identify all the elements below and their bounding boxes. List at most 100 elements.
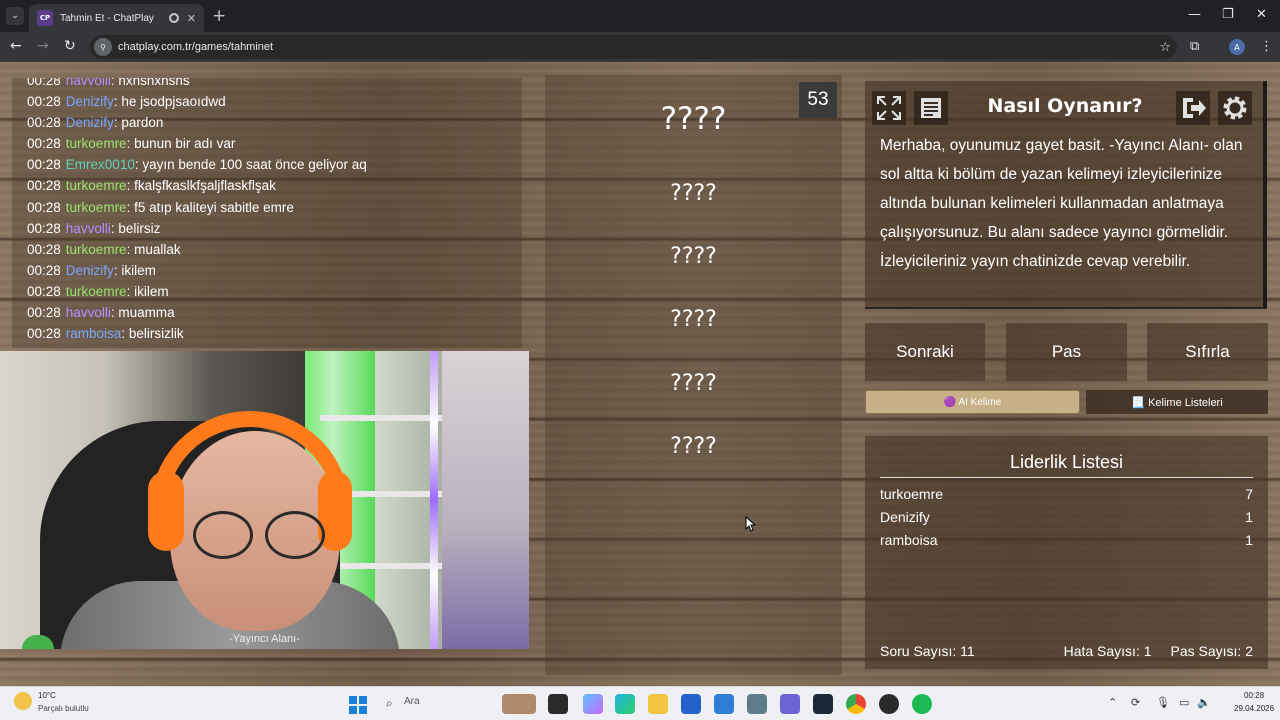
chat-username[interactable]: turkoemre: [66, 242, 127, 257]
chevron-up-icon[interactable]: ⌃: [1108, 696, 1117, 709]
chat-text: belirsizlik: [128, 326, 184, 342]
chat-panel: 00:28 havvolli: hxhshxhshs 00:28 Denizify: …: [12, 78, 522, 348]
clock-date[interactable]: 29.04.2026: [1234, 704, 1274, 713]
tab-tahmin-et[interactable]: CP Tahmin Et - ChatPlay ✕: [29, 4, 204, 32]
player-score: 1: [1245, 532, 1253, 548]
outlook-icon[interactable]: [714, 694, 734, 714]
task-view-icon[interactable]: [548, 694, 568, 714]
forbidden-word: ????: [670, 307, 717, 332]
search-icon[interactable]: ⌕: [386, 696, 393, 711]
chat-username[interactable]: havvolli: [66, 221, 111, 236]
chat-text: muallak: [134, 241, 181, 257]
chat-message: 00:28 turkoemre: muallak: [27, 239, 367, 260]
pass-button[interactable]: Pas: [1006, 323, 1127, 381]
back-icon[interactable]: ←: [10, 38, 22, 54]
volume-icon[interactable]: 🔈: [1197, 696, 1211, 709]
maximize-icon[interactable]: ❐: [1222, 7, 1234, 22]
steam-icon[interactable]: [813, 694, 833, 714]
file-explorer-icon[interactable]: [648, 694, 668, 714]
chat-text: pardon: [121, 115, 164, 131]
window-close-icon[interactable]: ✕: [1256, 7, 1267, 22]
chat-username[interactable]: havvolli: [66, 305, 111, 320]
chat-time: 00:28: [27, 94, 61, 110]
close-icon[interactable]: ✕: [187, 12, 196, 25]
clock-time[interactable]: 00:28: [1244, 691, 1264, 700]
chat-username[interactable]: ramboisa: [66, 326, 122, 341]
chat-time: 00:28: [27, 115, 61, 131]
edge-icon[interactable]: [615, 694, 635, 714]
sync-icon[interactable]: ⟳: [1131, 696, 1140, 709]
game-stats: Soru Sayısı: 11 Hata Sayısı: 1 Pas Sayıs…: [880, 643, 1253, 659]
streamer-area-label: -Yayıncı Alanı-: [229, 633, 300, 645]
start-icon[interactable]: [349, 696, 367, 714]
network-icon[interactable]: ▭: [1179, 696, 1189, 709]
forbidden-word: ????: [670, 434, 717, 459]
chrome-icon[interactable]: [846, 694, 866, 714]
chat-username[interactable]: Denizify: [66, 94, 114, 109]
chat-text: muamma: [118, 305, 175, 321]
weather-condition[interactable]: Parçalı bulutlu: [38, 704, 89, 713]
site-info-icon[interactable]: ⚲: [94, 38, 112, 56]
leaderboard-title: Liderlik Listesi: [880, 452, 1253, 478]
game-page: 00:28 havvolli: hxhshxhshs 00:28 Denizify: …: [0, 62, 1280, 686]
address-bar[interactable]: ⚲ chatplay.com.tr/games/tahminet ☆: [90, 35, 1177, 59]
reset-button[interactable]: Sıfırla: [1147, 323, 1268, 381]
photos-icon[interactable]: [747, 694, 767, 714]
chat-message: 00:28 turkoemre: fkalşfkaslkfşaljflaskflş…: [27, 175, 367, 196]
new-tab-button[interactable]: +: [212, 6, 226, 26]
minimize-icon[interactable]: —: [1188, 7, 1201, 22]
next-button[interactable]: Sonraki: [865, 323, 985, 381]
chat-text: he jsodpjsaoıdwd: [121, 94, 226, 110]
ai-word-button[interactable]: 🟣 AI Kelime: [865, 390, 1080, 414]
obs-icon[interactable]: [879, 694, 899, 714]
glasses: [265, 511, 325, 559]
chat-username[interactable]: Denizify: [66, 263, 114, 278]
forbidden-word: ????: [670, 371, 717, 396]
chat-username[interactable]: turkoemre: [66, 136, 127, 151]
url-text[interactable]: chatplay.com.tr/games/tahminet: [118, 41, 1159, 53]
leaderboard-panel: Liderlik Listesi turkoemre 7 Denizify 1 …: [865, 436, 1268, 669]
word-lists-button[interactable]: 📃 Kelime Listeleri: [1086, 390, 1268, 414]
temperature[interactable]: 10°C: [38, 691, 56, 700]
star-icon[interactable]: ☆: [1159, 40, 1171, 55]
main-word: ????: [660, 101, 727, 137]
chat-separator: :: [126, 283, 135, 299]
menu-icon[interactable]: ⋮: [1260, 39, 1273, 54]
chat-time: 00:28: [27, 241, 61, 257]
chat-username[interactable]: turkoemre: [66, 178, 127, 193]
audio-icon[interactable]: [168, 13, 179, 23]
microphone-icon[interactable]: 🎙: [1156, 696, 1170, 709]
gear-icon[interactable]: [1218, 91, 1252, 125]
chat-time: 00:28: [27, 326, 61, 342]
chat-time: 00:28: [27, 178, 61, 194]
exit-icon[interactable]: [1176, 91, 1210, 125]
countdown-timer: 53: [799, 82, 837, 118]
taskbar-search[interactable]: Ara: [404, 696, 420, 707]
chat-message: 00:28 turkoemre: ikilem: [27, 281, 367, 302]
led-strip: [430, 351, 438, 649]
discord-icon[interactable]: [780, 694, 800, 714]
room-background: [442, 351, 529, 649]
spotify-icon[interactable]: [912, 694, 932, 714]
chat-username[interactable]: turkoemre: [66, 200, 127, 215]
search-highlight-icon[interactable]: [502, 694, 536, 714]
pass-count: Pas Sayısı: 2: [1170, 643, 1253, 659]
chat-username[interactable]: Emrex0010: [66, 157, 135, 172]
tab-dropdown-icon[interactable]: ⌄: [6, 7, 24, 25]
chat-username[interactable]: turkoemre: [66, 284, 127, 299]
store-icon[interactable]: [681, 694, 701, 714]
extensions-icon[interactable]: ⧉: [1190, 39, 1199, 54]
copilot-icon[interactable]: [583, 694, 603, 714]
chat-username[interactable]: Denizify: [66, 115, 114, 130]
how-to-play-text: Merhaba, oyunumuz gayet basit. -Yayıncı …: [880, 137, 1243, 270]
headphone-cup: [148, 471, 184, 551]
reload-icon[interactable]: ↻: [64, 38, 76, 54]
chat-text: belirsiz: [118, 220, 161, 236]
chat-text: ikilem: [121, 262, 156, 278]
profile-avatar[interactable]: A: [1229, 39, 1245, 55]
weather-icon[interactable]: [14, 692, 32, 710]
chat-username[interactable]: havvolli: [66, 78, 111, 88]
forward-icon[interactable]: →: [37, 38, 49, 54]
player-score: 1: [1245, 509, 1253, 525]
browser-tabbar: ⌄ CP Tahmin Et - ChatPlay ✕ + — ❐ ✕: [0, 0, 1280, 32]
